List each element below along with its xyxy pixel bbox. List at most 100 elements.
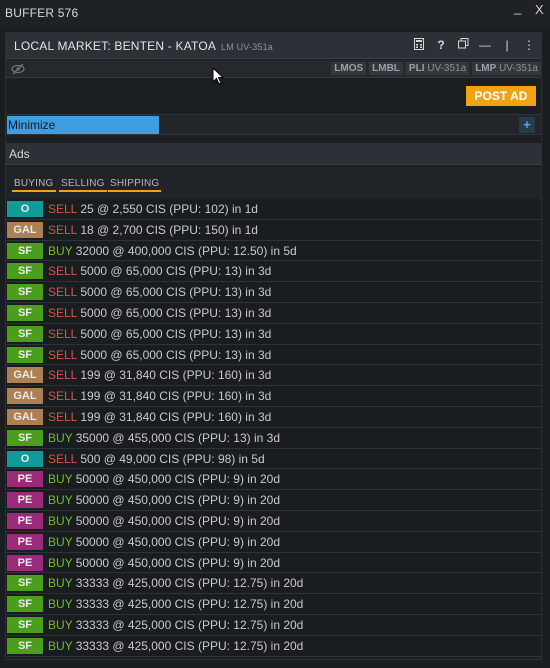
panel-header-icons: ? — | ⋮ (413, 38, 535, 53)
ad-details: 5000 @ 65,000 CIS (PPU: 13) in 3d (80, 264, 272, 279)
ad-details: 50000 @ 450,000 CIS (PPU: 9) in 20d (75, 493, 280, 508)
ad-description: BUY 50000 @ 450,000 CIS (PPU: 9) in 20d (48, 535, 280, 549)
ad-row[interactable]: SF SELL 5000 @ 65,000 CIS (PPU: 13) in 3d (6, 302, 541, 324)
commodity-badge: GAL (7, 367, 43, 384)
more-icon[interactable]: ⋮ (523, 38, 535, 53)
ad-side: SELL (48, 285, 78, 300)
ad-details: 33333 @ 425,000 CIS (PPU: 12.75) in 20d (75, 576, 304, 591)
panel-header: LOCAL MARKET: BENTEN - KATOA LM UV-351a … (6, 33, 541, 59)
ad-row[interactable]: SF BUY 32000 @ 400,000 CIS (PPU: 12.50) in… (6, 240, 541, 262)
ad-description: BUY 50000 @ 450,000 CIS (PPU: 9) in 20d (48, 493, 280, 507)
ad-row[interactable]: SF SELL 5000 @ 65,000 CIS (PPU: 13) in 3d (6, 282, 541, 303)
ad-details: 5000 @ 65,000 CIS (PPU: 13) in 3d (80, 326, 272, 341)
tag-lmbl[interactable]: LMBL (369, 62, 403, 75)
ad-description: BUY 33333 @ 425,000 CIS (PPU: 12.75) in 2… (48, 639, 303, 653)
ad-row[interactable]: O SELL 25 @ 2,550 CIS (PPU: 102) in 1d (6, 199, 541, 220)
commodity-badge: PE (7, 471, 43, 488)
ad-description: BUY 50000 @ 450,000 CIS (PPU: 9) in 20d (48, 514, 280, 528)
panel-subtitle: LM UV-351a (220, 42, 274, 52)
ad-description: SELL 5000 @ 65,000 CIS (PPU: 13) in 3d (48, 327, 271, 341)
calculator-icon[interactable] (413, 38, 425, 53)
divider-icon: | (505, 38, 509, 52)
ad-details: 18 @ 2,700 CIS (PPU: 150) in 1d (80, 222, 258, 237)
filter-shipping[interactable]: SHIPPING (108, 178, 162, 192)
local-market-panel: LOCAL MARKET: BENTEN - KATOA LM UV-351a … (5, 32, 542, 660)
ad-description: BUY 32000 @ 400,000 CIS (PPU: 12.50) in 5… (48, 244, 297, 258)
filter-selling[interactable]: SELLING (59, 178, 107, 192)
ad-side: BUY (48, 493, 73, 508)
commodity-badge: PE (7, 554, 43, 571)
panel-subbar: LMOS LMBL PLI UV-351a LMP UV-351a (6, 60, 541, 78)
ad-row[interactable]: GAL SELL 199 @ 31,840 CIS (PPU: 160) in 3d (6, 365, 541, 387)
ad-side: SELL (48, 451, 78, 466)
ad-row[interactable]: PE BUY 50000 @ 450,000 CIS (PPU: 9) in 20d (6, 531, 541, 553)
commodity-badge: SF (7, 304, 43, 321)
ad-row[interactable]: GAL SELL 199 @ 31,840 CIS (PPU: 160) in 3d (6, 406, 541, 428)
minimize-button[interactable]: Minimize (7, 116, 159, 134)
ad-row[interactable]: SF SELL 5000 @ 65,000 CIS (PPU: 13) in 3d (6, 323, 541, 345)
ad-description: BUY 50000 @ 450,000 CIS (PPU: 9) in 20d (48, 472, 280, 486)
ad-side: SELL (48, 347, 78, 362)
ad-row[interactable]: PE BUY 50000 @ 450,000 CIS (PPU: 9) in 20d (6, 510, 541, 532)
ad-row[interactable]: SF SELL 5000 @ 65,000 CIS (PPU: 13) in 3d (6, 344, 541, 366)
tag-code: LMOS (334, 63, 364, 74)
ad-row[interactable]: PE BUY 50000 @ 450,000 CIS (PPU: 9) in 20d (6, 469, 541, 491)
ad-row[interactable]: GAL SELL 18 @ 2,700 CIS (PPU: 150) in 1d (6, 219, 541, 241)
panel-title: LOCAL MARKET: BENTEN - KATOA LM UV-351a (14, 39, 273, 53)
ad-details: 25 @ 2,550 CIS (PPU: 102) in 1d (80, 202, 258, 216)
tag-pli[interactable]: PLI UV-351a (405, 62, 470, 75)
tag-lmp[interactable]: LMP UV-351a (472, 62, 541, 75)
post-ad-button[interactable]: POST AD (466, 86, 536, 106)
ad-row[interactable]: SF BUY 33333 @ 425,000 CIS (PPU: 12.75) in… (6, 614, 541, 636)
ad-description: SELL 500 @ 49,000 CIS (PPU: 98) in 5d (48, 452, 265, 466)
ad-description: SELL 18 @ 2,700 CIS (PPU: 150) in 1d (48, 223, 258, 237)
ad-row[interactable]: SF BUY 33333 @ 425,000 CIS (PPU: 12.75) in… (6, 573, 541, 595)
tag-suffix: UV-351a (427, 63, 467, 74)
duplicate-icon[interactable] (457, 38, 469, 53)
ad-description: SELL 199 @ 31,840 CIS (PPU: 160) in 3d (48, 389, 271, 403)
ad-details: 50000 @ 450,000 CIS (PPU: 9) in 20d (75, 472, 280, 487)
ad-row[interactable]: SF BUY 33333 @ 425,000 CIS (PPU: 12.75) in… (6, 635, 541, 657)
hidden-eye-icon[interactable] (11, 63, 25, 75)
ad-side: SELL (48, 305, 78, 320)
commodity-badge: PE (7, 512, 43, 529)
tag-lmos[interactable]: LMOS (331, 62, 367, 75)
commodity-badge: SF (7, 263, 43, 280)
ad-row[interactable]: SF BUY 33333 @ 425,000 CIS (PPU: 12.75) in… (6, 594, 541, 615)
ad-side: BUY (48, 534, 73, 549)
mouse-cursor-icon (212, 67, 224, 85)
ad-row[interactable]: O SELL 500 @ 49,000 CIS (PPU: 98) in 5d (6, 448, 541, 470)
ad-description: BUY 50000 @ 450,000 CIS (PPU: 9) in 20d (48, 556, 280, 570)
ad-details: 5000 @ 65,000 CIS (PPU: 13) in 3d (80, 347, 272, 362)
ad-side: SELL (48, 389, 78, 404)
commodity-badge: SF (7, 284, 43, 301)
ad-details: 50000 @ 450,000 CIS (PPU: 9) in 20d (75, 555, 280, 570)
minimize-icon[interactable]: — (479, 38, 491, 53)
ad-details: 32000 @ 400,000 CIS (PPU: 12.50) in 5d (75, 243, 297, 258)
ad-description: SELL 199 @ 31,840 CIS (PPU: 160) in 3d (48, 410, 271, 424)
ad-row[interactable]: GAL SELL 199 @ 31,840 CIS (PPU: 160) in 3d (6, 386, 541, 407)
ad-details: 35000 @ 455,000 CIS (PPU: 13) in 3d (75, 430, 280, 445)
ad-description: SELL 5000 @ 65,000 CIS (PPU: 13) in 3d (48, 264, 271, 278)
expand-plus-button[interactable]: + (519, 117, 535, 133)
window-minimize-button[interactable]: _ (514, 0, 521, 15)
ad-row[interactable]: PE BUY 50000 @ 450,000 CIS (PPU: 9) in 20d (6, 552, 541, 574)
ad-side: SELL (48, 202, 78, 216)
ad-details: 33333 @ 425,000 CIS (PPU: 12.75) in 20d (75, 617, 304, 632)
ad-row[interactable]: SF SELL 5000 @ 65,000 CIS (PPU: 13) in 3d (6, 261, 541, 283)
ad-side: BUY (48, 555, 73, 570)
tag-code: LMBL (372, 63, 400, 74)
ad-side: BUY (48, 513, 73, 528)
ad-row[interactable]: SF BUY 35000 @ 455,000 CIS (PPU: 13) in 3d (6, 427, 541, 449)
window-close-button[interactable]: X (535, 2, 544, 17)
commodity-badge: SF (7, 575, 43, 592)
filter-buying[interactable]: BUYING (12, 178, 56, 192)
ad-side: BUY (48, 597, 73, 612)
commodity-badge: SF (7, 616, 43, 633)
ad-details: 33333 @ 425,000 CIS (PPU: 12.75) in 20d (75, 597, 304, 612)
ad-side: BUY (48, 472, 73, 487)
ad-description: SELL 199 @ 31,840 CIS (PPU: 160) in 3d (48, 368, 271, 382)
ad-row[interactable]: PE BUY 50000 @ 450,000 CIS (PPU: 9) in 20d (6, 490, 541, 511)
ad-details: 50000 @ 450,000 CIS (PPU: 9) in 20d (75, 534, 280, 549)
help-icon[interactable]: ? (435, 38, 447, 53)
